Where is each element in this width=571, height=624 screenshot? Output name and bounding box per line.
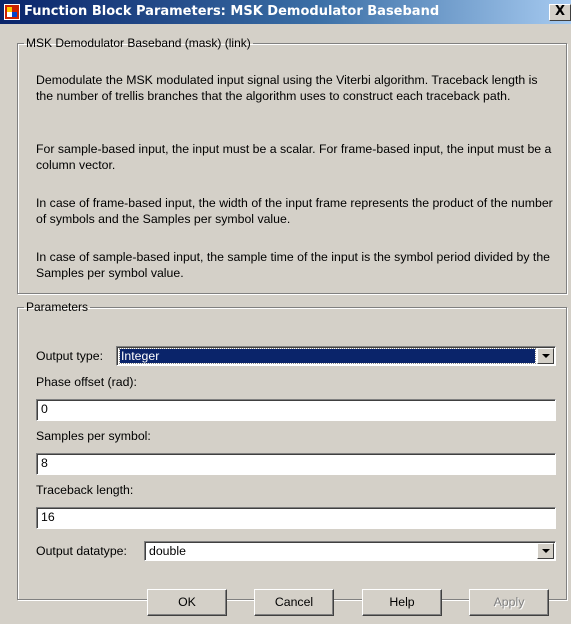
output-type-select[interactable]: Integer xyxy=(116,346,556,366)
mask-group-legend: MSK Demodulator Baseband (mask) (link) xyxy=(26,36,251,50)
close-button[interactable]: X xyxy=(549,4,571,21)
chevron-down-icon[interactable] xyxy=(537,348,554,364)
title-bar[interactable]: Function Block Parameters: MSK Demodulat… xyxy=(0,0,571,24)
phase-offset-label: Phase offset (rad): xyxy=(36,375,137,389)
window-title: Function Block Parameters: MSK Demodulat… xyxy=(24,4,440,19)
samples-per-symbol-label: Samples per symbol: xyxy=(36,429,151,443)
apply-button[interactable]: Apply xyxy=(469,589,549,616)
description-paragraph: In case of sample-based input, the sampl… xyxy=(36,250,551,280)
simulink-block-icon xyxy=(4,4,20,20)
parameters-group-legend: Parameters xyxy=(26,300,89,314)
chevron-down-icon[interactable] xyxy=(537,543,554,559)
description-paragraph: For sample-based input, the input must b… xyxy=(36,142,552,172)
ok-button[interactable]: OK xyxy=(147,589,227,616)
help-button[interactable]: Help xyxy=(362,589,442,616)
traceback-length-label: Traceback length: xyxy=(36,483,134,497)
output-datatype-value: double xyxy=(149,544,186,558)
traceback-length-field[interactable]: 16 xyxy=(36,507,556,529)
phase-offset-field[interactable]: 0 xyxy=(36,399,556,421)
output-datatype-label: Output datatype: xyxy=(36,544,127,558)
description-paragraph: In case of frame-based input, the width … xyxy=(36,196,553,226)
cancel-button[interactable]: Cancel xyxy=(254,589,334,616)
mask-description-group: MSK Demodulator Baseband (mask) (link) D… xyxy=(17,36,567,294)
dialog-window: Function Block Parameters: MSK Demodulat… xyxy=(0,0,571,624)
description-paragraph: Demodulate the MSK modulated input signa… xyxy=(36,73,538,103)
parameters-group: Parameters Output type: Integer Phase of… xyxy=(17,300,567,600)
output-type-value: Integer xyxy=(119,348,536,364)
output-datatype-select[interactable]: double xyxy=(144,541,556,561)
samples-per-symbol-field[interactable]: 8 xyxy=(36,453,556,475)
output-type-label: Output type: xyxy=(36,349,103,363)
